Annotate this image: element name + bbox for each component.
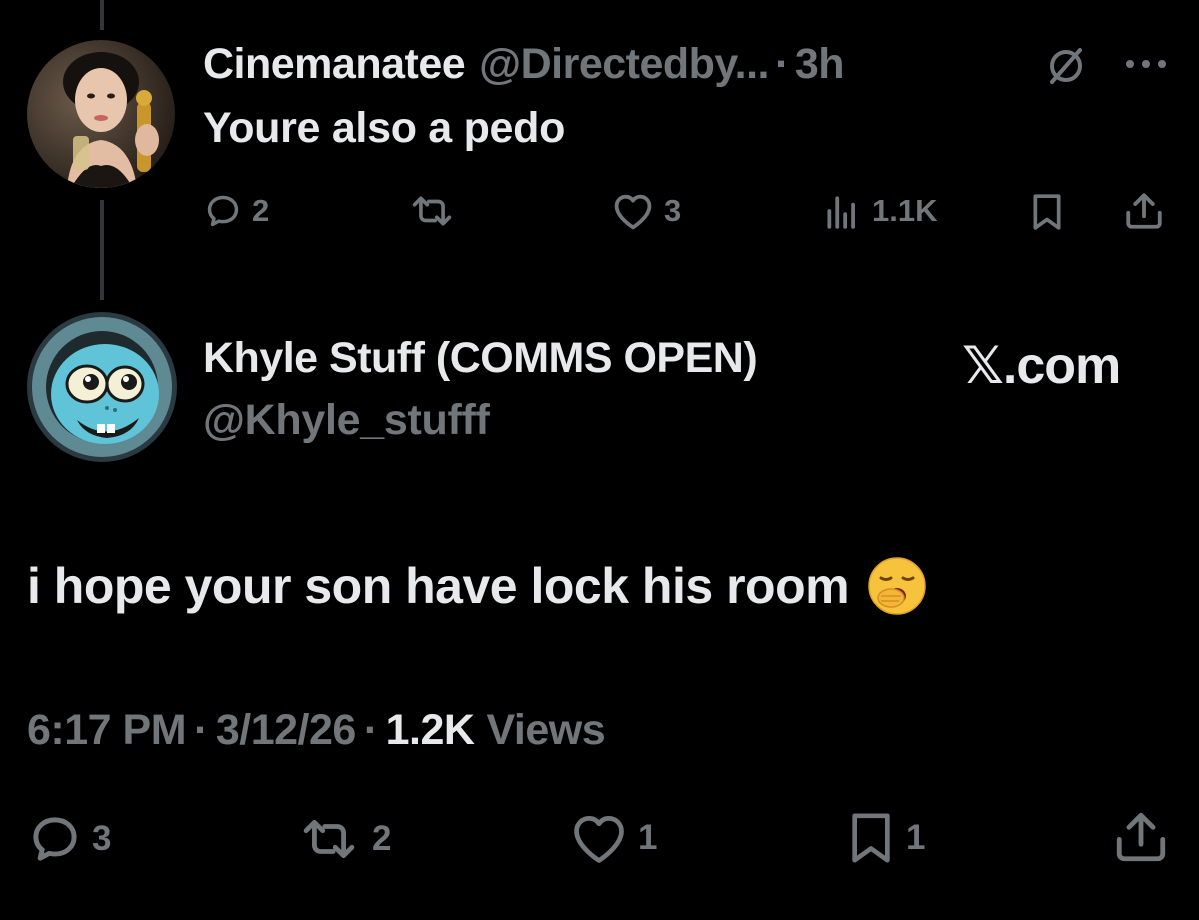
share-button[interactable] [1122,190,1166,232]
bookmark-icon [1033,194,1061,230]
avatar[interactable] [27,40,175,188]
repost-icon [303,819,355,859]
user-handle[interactable]: @Khyle_stufff [203,396,490,445]
reply-button[interactable]: 3 [28,812,111,866]
views-button[interactable]: 1.1K [822,192,937,230]
heart-icon [574,816,624,863]
like-count: 1 [638,818,658,857]
view-count: 1.1K [872,193,938,228]
more-options-icon[interactable] [1123,56,1169,72]
bookmark-button[interactable] [1028,192,1066,232]
x-com-watermark: 𝕏.com [962,337,1121,395]
repost-button[interactable] [407,192,457,230]
reply-icon [207,195,239,227]
bookmark-count: 1 [906,818,926,857]
like-button[interactable]: 1 [570,812,657,864]
analytics-icon [827,196,855,229]
like-button[interactable]: 3 [612,192,681,230]
bookmark-icon [852,813,890,863]
thread-line [100,0,104,30]
user-handle[interactable]: @Directedby... [479,40,769,89]
thread-line [100,200,104,300]
tweet-text: i hope your son have lock his room [27,558,850,614]
yawning-face-emoji-icon [868,557,926,615]
grok-icon[interactable] [1046,46,1086,86]
repost-count: 2 [372,819,392,858]
avatar-photo-image [27,40,175,188]
timestamp[interactable]: 3h [795,40,845,89]
tweet-time[interactable]: 6:17 PM [27,706,187,755]
separator-dot: · [775,39,789,88]
parent-tweet-header: Cinemanatee @Directedby... · 3h [203,38,845,90]
tweet-text-container: i hope your son have lock his room [27,556,927,616]
repost-icon [412,196,452,226]
avatar[interactable] [27,312,177,462]
heart-icon [614,194,652,230]
tweet-date[interactable]: 3/12/26 [216,706,356,755]
share-icon [1126,193,1162,229]
display-name[interactable]: Khyle Stuff (COMMS OPEN) [203,334,758,383]
reply-button[interactable]: 2 [204,192,269,230]
avatar-cartoon-image [27,312,177,462]
like-count: 3 [664,193,682,228]
share-icon [1116,812,1166,862]
bookmark-button[interactable]: 1 [846,810,925,866]
reply-count: 3 [92,819,112,858]
views-count: 1.2K [385,706,475,754]
separator-dot: · [363,706,378,754]
reply-icon [33,817,77,861]
tweet-metadata: 6:17 PM · 3/12/26 · 1.2K Views [27,706,606,755]
views-label: Views [486,706,606,754]
share-button[interactable] [1112,808,1170,866]
display-name[interactable]: Cinemanatee [203,40,466,89]
tweet-text: Youre also a pedo [203,104,566,152]
separator-dot: · [194,706,208,754]
repost-button[interactable]: 2 [296,814,391,864]
reply-count: 2 [252,193,270,228]
